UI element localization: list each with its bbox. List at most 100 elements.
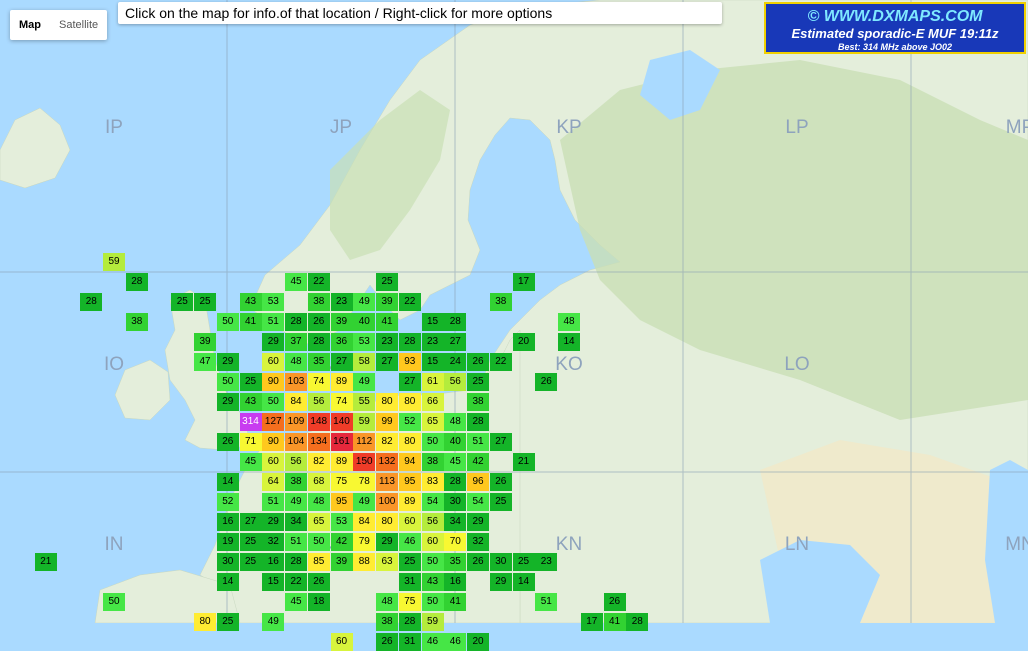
muf-cell[interactable]: 84 [285,393,307,411]
muf-cell[interactable]: 68 [307,473,330,491]
muf-cell[interactable]: 56 [285,453,307,471]
muf-cell[interactable]: 51 [285,533,307,551]
muf-cell[interactable]: 53 [262,293,285,311]
muf-cell[interactable]: 52 [216,493,239,511]
muf-cell[interactable]: 28 [307,333,330,351]
muf-cell[interactable]: 26 [307,573,330,591]
muf-cell[interactable]: 28 [398,613,421,631]
muf-cell[interactable]: 25 [239,373,262,391]
muf-cell[interactable]: 38 [285,473,307,491]
muf-cell[interactable]: 60 [262,453,285,471]
muf-cell[interactable]: 25 [239,533,262,551]
muf-cell[interactable]: 27 [489,433,512,451]
muf-cell[interactable]: 150 [353,453,376,471]
muf-cell[interactable]: 109 [285,413,307,431]
muf-cell[interactable]: 54 [421,493,444,511]
muf-cell[interactable]: 26 [467,553,489,571]
muf-cell[interactable]: 30 [216,553,239,571]
muf-cell[interactable]: 53 [330,513,353,531]
muf-cell[interactable]: 29 [262,513,285,531]
muf-cell[interactable]: 43 [239,393,262,411]
muf-cell[interactable]: 48 [376,593,398,611]
muf-cell[interactable]: 78 [353,473,376,491]
muf-cell[interactable]: 38 [421,453,444,471]
muf-cell[interactable]: 26 [307,313,330,331]
muf-cell[interactable]: 28 [80,293,103,311]
muf-cell[interactable]: 21 [512,453,535,471]
muf-cell[interactable]: 29 [467,513,489,531]
muf-cell[interactable]: 49 [353,373,376,391]
muf-cell[interactable]: 74 [330,393,353,411]
muf-cell[interactable]: 25 [398,553,421,571]
muf-cell[interactable]: 83 [421,473,444,491]
muf-cell[interactable]: 60 [262,353,285,371]
muf-cell[interactable]: 40 [353,313,376,331]
muf-cell[interactable]: 140 [330,413,353,431]
muf-cell[interactable]: 26 [376,633,398,651]
muf-cell[interactable]: 25 [512,553,535,571]
muf-cell[interactable]: 52 [398,413,421,431]
muf-cell[interactable]: 70 [444,533,467,551]
muf-cell[interactable]: 29 [262,333,285,351]
muf-cell[interactable]: 59 [353,413,376,431]
muf-cell[interactable]: 41 [603,613,626,631]
muf-cell[interactable]: 27 [239,513,262,531]
muf-cell[interactable]: 34 [285,513,307,531]
muf-cell[interactable]: 48 [558,313,580,331]
muf-cell[interactable]: 45 [285,273,307,291]
muf-cell[interactable]: 29 [216,393,239,411]
muf-cell[interactable]: 39 [330,553,353,571]
muf-cell[interactable]: 26 [603,593,626,611]
muf-cell[interactable]: 29 [376,533,398,551]
muf-cell[interactable]: 25 [239,553,262,571]
muf-cell[interactable]: 50 [421,553,444,571]
muf-cell[interactable]: 95 [330,493,353,511]
muf-cell[interactable]: 16 [262,553,285,571]
muf-cell[interactable]: 23 [535,553,558,571]
muf-cell[interactable]: 56 [421,513,444,531]
muf-cell[interactable]: 93 [398,353,421,371]
muf-cell[interactable]: 38 [467,393,489,411]
muf-cell[interactable]: 66 [421,393,444,411]
map-canvas[interactable]: IPJPKPLPMPIOJOKOLOINJNKNLNMN [0,0,1028,623]
muf-cell[interactable]: 15 [421,313,444,331]
muf-cell[interactable]: 132 [376,453,398,471]
muf-cell[interactable]: 80 [194,613,216,631]
muf-cell[interactable]: 27 [330,353,353,371]
muf-cell[interactable]: 27 [398,373,421,391]
muf-cell[interactable]: 74 [307,373,330,391]
muf-cell[interactable]: 16 [444,573,467,591]
muf-cell[interactable]: 55 [353,393,376,411]
muf-cell[interactable]: 39 [376,293,398,311]
muf-cell[interactable]: 61 [421,373,444,391]
muf-cell[interactable]: 46 [421,633,444,651]
muf-cell[interactable]: 56 [307,393,330,411]
muf-cell[interactable]: 29 [489,573,512,591]
muf-cell[interactable]: 94 [398,453,421,471]
muf-cell[interactable]: 25 [467,373,489,391]
muf-cell[interactable]: 26 [489,473,512,491]
muf-cell[interactable]: 43 [239,293,262,311]
muf-cell[interactable]: 25 [171,293,194,311]
muf-cell[interactable]: 22 [285,573,307,591]
muf-cell[interactable]: 80 [376,513,398,531]
map-button[interactable]: Map [10,10,50,40]
muf-cell[interactable]: 60 [330,633,353,651]
muf-cell[interactable]: 17 [512,273,535,291]
muf-cell[interactable]: 22 [307,273,330,291]
muf-cell[interactable]: 17 [580,613,603,631]
muf-cell[interactable]: 19 [216,533,239,551]
muf-cell[interactable]: 82 [307,453,330,471]
muf-cell[interactable]: 50 [307,533,330,551]
satellite-button[interactable]: Satellite [50,10,107,40]
muf-cell[interactable]: 50 [103,593,125,611]
muf-cell[interactable]: 56 [444,373,467,391]
muf-cell[interactable]: 103 [285,373,307,391]
muf-cell[interactable]: 75 [398,593,421,611]
muf-cell[interactable]: 60 [421,533,444,551]
muf-cell[interactable]: 25 [194,293,216,311]
muf-cell[interactable]: 28 [398,333,421,351]
muf-cell[interactable]: 24 [444,353,467,371]
muf-cell[interactable]: 23 [330,293,353,311]
muf-cell[interactable]: 64 [262,473,285,491]
